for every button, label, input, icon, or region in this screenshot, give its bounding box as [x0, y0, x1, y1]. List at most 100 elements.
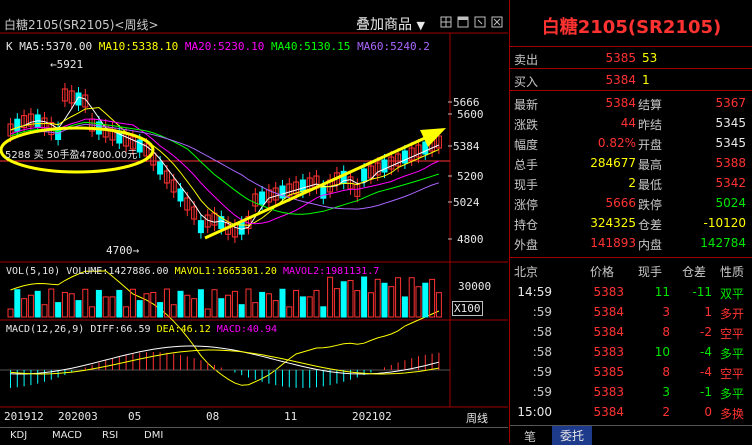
volume-bar: [381, 282, 388, 318]
stat-value: 141893: [590, 236, 636, 250]
tick-diff: 1: [704, 305, 712, 319]
candle-body: [14, 118, 21, 132]
volume-bar: [82, 288, 89, 318]
pin-icon[interactable]: [474, 16, 486, 28]
tick-volume: 11: [654, 285, 670, 299]
tab-rsi[interactable]: RSI: [102, 430, 118, 441]
tick-row[interactable]: 15:00 5384 2 0 多换: [510, 402, 752, 421]
tile-icon[interactable]: [440, 16, 452, 28]
price-axis-5384: 5384: [453, 140, 480, 153]
stat-label: 总手: [514, 158, 539, 172]
stat-label: 现手: [514, 178, 539, 192]
tick-time: 14:59: [517, 285, 552, 299]
macd-label: MACD(12,26,9): [6, 324, 85, 335]
tab-kdj[interactable]: KDJ: [10, 430, 27, 441]
volume-bar: [333, 288, 340, 318]
tick-nature: 多平: [720, 347, 745, 361]
tick-price: 5383: [593, 345, 624, 359]
stat-label: 开盘: [638, 138, 663, 152]
volume-bar: [286, 306, 293, 318]
tick-row[interactable]: :58 5383 10 -4 多平: [510, 342, 752, 361]
tick-volume: 3: [662, 305, 670, 319]
volume-bar: [361, 276, 368, 318]
tab-orders[interactable]: 委托: [552, 426, 593, 445]
stat-value: 0.82%: [597, 136, 636, 150]
divider: [510, 90, 752, 91]
ask-label: 卖出: [514, 53, 539, 67]
ask-row[interactable]: 卖出 5385 53: [510, 48, 752, 68]
tab-dmi[interactable]: DMI: [144, 430, 163, 441]
volume-bar: [415, 286, 422, 318]
top-strip: [0, 0, 508, 12]
volume-bar: [68, 293, 75, 318]
bid-volume: 1: [642, 73, 650, 87]
bid-row[interactable]: 买入 5384 1: [510, 70, 752, 90]
macd-value: MACD:40.94: [216, 324, 277, 335]
candle-body: [197, 220, 204, 234]
stat-label: 结算: [638, 98, 663, 112]
volume-bar: [177, 290, 184, 318]
tick-row[interactable]: :59 5385 8 -4 空平: [510, 362, 752, 381]
volume-bar: [299, 296, 306, 318]
volume-bar: [408, 277, 415, 318]
tick-nature: 多换: [720, 407, 745, 421]
bid-price: 5384: [605, 73, 636, 87]
stat-value: 142784: [700, 236, 746, 250]
tick-row[interactable]: :59 5384 3 1 多开: [510, 302, 752, 321]
volume-bar: [340, 281, 347, 318]
stat-value: 5388: [715, 156, 746, 170]
tab-macd[interactable]: MACD: [52, 430, 82, 441]
candle-body: [157, 161, 164, 175]
tick-volume: 8: [662, 365, 670, 379]
volume-bar: [429, 278, 436, 318]
stat-value: 5367: [715, 96, 746, 110]
stat-label: 昨结: [638, 118, 663, 132]
tick-volume: 2: [662, 405, 670, 419]
overlay-label: 叠加商品: [356, 17, 412, 33]
ma10-value: MA10:5338.10: [98, 40, 179, 53]
divider: [510, 68, 752, 69]
panel-topbar: [510, 0, 752, 12]
date-08: 08: [206, 410, 220, 423]
volume-legend: VOL(5,10) VOLUME:1427886.00 MAVOL1:16653…: [6, 266, 379, 277]
tick-row[interactable]: :58 5384 8 -2 空平: [510, 322, 752, 341]
volume-bar: [75, 300, 82, 318]
tick-price: 5384: [593, 325, 624, 339]
stat-label: 持仓: [514, 218, 539, 232]
stat-value: 5342: [715, 176, 746, 190]
tick-row[interactable]: :59 5383 3 -1 多平: [510, 382, 752, 401]
stat-label: 最新: [514, 98, 539, 112]
close-icon[interactable]: [491, 16, 503, 28]
volume-bar: [313, 289, 320, 318]
volume-bar: [347, 279, 354, 318]
volume-bar: [422, 282, 429, 318]
volume-bar: [34, 290, 41, 318]
window-icon[interactable]: [457, 16, 469, 28]
volume-bars: [7, 276, 442, 318]
volume-bar: [320, 306, 327, 318]
trade-annotation[interactable]: 5288 买 50手盈47800.00元: [5, 146, 137, 161]
period-label[interactable]: <周线>: [114, 18, 158, 32]
stat-row: 现手 2 最低 5342: [510, 173, 752, 193]
tick-header-diff: 仓差: [682, 265, 707, 279]
overlay-dropdown[interactable]: 叠加商品 ▼: [356, 14, 425, 34]
mavol1-value: MAVOL1:1665301.20: [174, 266, 277, 277]
volume-bar: [327, 276, 334, 318]
ask-price: 5385: [605, 51, 636, 65]
tick-row[interactable]: 14:59 5383 11 -11 双平: [510, 282, 752, 301]
volume-bar: [293, 289, 300, 318]
volume-bar: [225, 294, 232, 318]
tick-price: 5383: [593, 385, 624, 399]
date-05: 05: [128, 410, 142, 423]
volume-bar: [191, 298, 198, 318]
volume-bar: [136, 300, 143, 318]
volume-bar: [170, 304, 177, 318]
volume-bar: [354, 290, 361, 318]
volume-bar: [89, 306, 96, 318]
ma40-value: MA40:5130.15: [270, 40, 351, 53]
stat-value: 44: [620, 116, 636, 130]
tick-header-volume: 现手: [638, 265, 663, 279]
tick-header-nature: 性质: [720, 265, 745, 279]
tab-ticks[interactable]: 笔: [524, 428, 536, 445]
kline-chart[interactable]: 白糖2105(SR2105)<周线> 叠加商品 ▼ K MA5:5370.00 …: [0, 0, 508, 444]
